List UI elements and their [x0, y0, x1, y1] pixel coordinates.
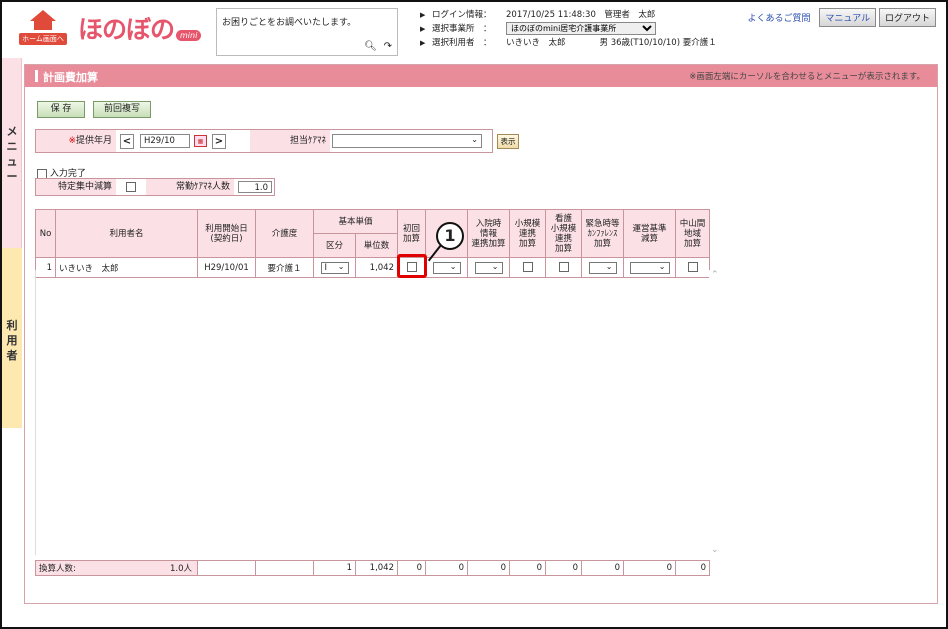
- totals-c2: [255, 560, 314, 576]
- fte-input[interactable]: 1.0: [238, 181, 272, 193]
- page-title: 計画費加算: [43, 71, 98, 84]
- home-label: ホーム画面へ: [19, 33, 67, 45]
- totals-row: 換算人数: 1.0人 1 1,042 0 0 0 0 0 0 0 0: [35, 560, 710, 576]
- totals-mountain: 0: [675, 560, 710, 576]
- header-no: No: [35, 209, 56, 258]
- month-input[interactable]: H29/10: [140, 134, 190, 148]
- office-label: 選択事業所 ：: [432, 24, 492, 34]
- app-header: ホーム画面へ ほのぼの mini お困りごとをお調べいたします。 🔍︎ ↷ ▶ ログ…: [2, 2, 946, 58]
- home-button[interactable]: ホーム画面へ: [16, 10, 70, 50]
- house-icon: [30, 10, 56, 21]
- save-button[interactable]: 保 存: [37, 101, 85, 118]
- manager-label: 担当ｹｱﾏﾈ: [250, 130, 330, 152]
- required-mark: ※: [68, 136, 76, 146]
- title-accent: [35, 70, 38, 82]
- search-icon[interactable]: 🔍︎: [364, 41, 377, 52]
- complete-checkbox[interactable]: [37, 168, 47, 179]
- office-row: ▶ 選択事業所 ： ほのぼのmini居宅介護事業所: [420, 22, 750, 36]
- calendar-icon[interactable]: ▦: [194, 135, 207, 147]
- totals-people: 1.0人: [169, 564, 192, 574]
- annotation-callout: 1: [436, 222, 464, 250]
- concentration-checkbox[interactable]: [126, 182, 136, 192]
- logo-text: ほのぼの: [78, 15, 175, 44]
- header-base-div: 区分: [313, 233, 356, 258]
- sidebar-user-label: 利用者: [6, 319, 18, 362]
- redo-arrow-icon[interactable]: ↷: [384, 41, 392, 52]
- copy-previous-button[interactable]: 前回複写: [93, 101, 151, 118]
- header-start: 利用開始日 (契約日): [197, 209, 256, 258]
- table-scroll-area[interactable]: [35, 270, 723, 555]
- totals-emergency: 0: [581, 560, 624, 576]
- user-row: ▶ 選択利用者 ： いきいき 太郎 男 36歳(T10/10/10) 要介護１: [420, 36, 750, 50]
- triangle-right-icon: ▶: [420, 25, 426, 33]
- page-note: ※画面左端にカーソルを合わせるとメニューが表示されます。: [689, 72, 925, 82]
- concentration-label: 特定集中減算: [36, 179, 116, 195]
- user-label: 選択利用者 ：: [432, 38, 492, 48]
- header-emergency: 緊急時等 ｶﾝﾌｧﾚﾝｽ 加算: [581, 209, 624, 258]
- filter-bar: ※提供年月 < H29/10 ▦ > 担当ｹｱﾏﾈ ⌄: [35, 129, 493, 153]
- fte-label: 常勤ｹｱﾏﾈ人数: [146, 179, 234, 195]
- manager-select[interactable]: ⌄: [332, 134, 482, 148]
- show-button[interactable]: 表示: [497, 134, 519, 149]
- totals-small: 0: [509, 560, 546, 576]
- totals-c1: [197, 560, 256, 576]
- login-value: 2017/10/25 11:48:30 管理者 太郎: [506, 10, 656, 20]
- faq-link[interactable]: よくあるご質問: [747, 14, 810, 24]
- totals-units: 1,042: [355, 560, 398, 576]
- triangle-right-icon: ▶: [420, 11, 426, 19]
- header-operation: 運営基準 減算: [623, 209, 676, 258]
- options-box: 特定集中減算 常勤ｹｱﾏﾈ人数 1.0: [35, 178, 275, 196]
- house-body: [34, 21, 52, 30]
- sidebar: メニュー 利用者: [2, 58, 22, 627]
- chevron-down-icon: ⌄: [471, 135, 478, 144]
- sidebar-menu-label: メニュー: [6, 125, 18, 183]
- session-info: ▶ ログイン情報： 2017/10/25 11:48:30 管理者 太郎 ▶ 選択事業…: [420, 8, 750, 50]
- header-admit: 入院時 情報 連携加算: [467, 209, 510, 258]
- addition-table: No 利用者名 利用開始日 (契約日) 介護度 基本単価 初回 加算 入院時 情…: [35, 209, 710, 278]
- sidebar-menu-tab[interactable]: メニュー: [2, 58, 22, 248]
- triangle-right-icon: ▶: [420, 39, 426, 47]
- login-label: ログイン情報：: [432, 10, 492, 20]
- header-small: 小規模 連携 加算: [509, 209, 546, 258]
- logo-badge: mini: [176, 30, 202, 41]
- totals-admit: 0: [467, 560, 510, 576]
- help-search-box[interactable]: お困りごとをお調べいたします。 🔍︎ ↷: [216, 8, 398, 56]
- header-nursing: 看護 小規模 連携 加算: [545, 209, 582, 258]
- month-label-cell: ※提供年月: [36, 130, 116, 152]
- office-select[interactable]: ほのぼのmini居宅介護事業所: [506, 22, 656, 35]
- scroll-up-icon[interactable]: ⌃: [711, 270, 719, 280]
- annotation-highlight: [397, 254, 427, 278]
- sidebar-user-tab[interactable]: 利用者: [2, 248, 22, 428]
- header-care: 介護度: [255, 209, 314, 258]
- top-links: よくあるご質問 マニュアル ログアウト: [747, 8, 936, 27]
- totals-first: 0: [397, 560, 426, 576]
- header-name: 利用者名: [55, 209, 198, 258]
- totals-nursing: 0: [545, 560, 582, 576]
- header-base: 基本単価: [313, 209, 398, 234]
- next-month-button[interactable]: >: [212, 134, 226, 149]
- page-title-bar: 計画費加算 ※画面左端にカーソルを合わせるとメニューが表示されます。: [25, 65, 937, 87]
- app-logo: ほのぼの mini: [78, 10, 214, 50]
- totals-div: 1: [313, 560, 356, 576]
- header-first: 初回 加算: [397, 209, 426, 258]
- user-value: いきいき 太郎 男 36歳(T10/10/10) 要介護１: [506, 38, 717, 48]
- help-search-text: お困りごとをお調べいたします。: [222, 18, 357, 28]
- totals-operation: 0: [623, 560, 676, 576]
- vertical-scrollbar[interactable]: ⌃ ⌄: [709, 270, 723, 555]
- header-base-units: 単位数: [355, 233, 398, 258]
- main-panel: 計画費加算 ※画面左端にカーソルを合わせるとメニューが表示されます。 保 存 前…: [24, 64, 938, 604]
- header-mountain: 中山間 地域 加算: [675, 209, 710, 258]
- logout-button[interactable]: ログアウト: [878, 8, 936, 27]
- prev-month-button[interactable]: <: [120, 134, 134, 149]
- month-label: 提供年月: [75, 136, 112, 146]
- scroll-down-icon[interactable]: ⌄: [711, 545, 719, 555]
- totals-label-cell: 換算人数: 1.0人: [35, 560, 198, 576]
- login-info-row: ▶ ログイン情報： 2017/10/25 11:48:30 管理者 太郎: [420, 8, 750, 22]
- totals-label: 換算人数:: [39, 564, 76, 574]
- totals-blank: 0: [425, 560, 468, 576]
- manual-button[interactable]: マニュアル: [819, 8, 877, 27]
